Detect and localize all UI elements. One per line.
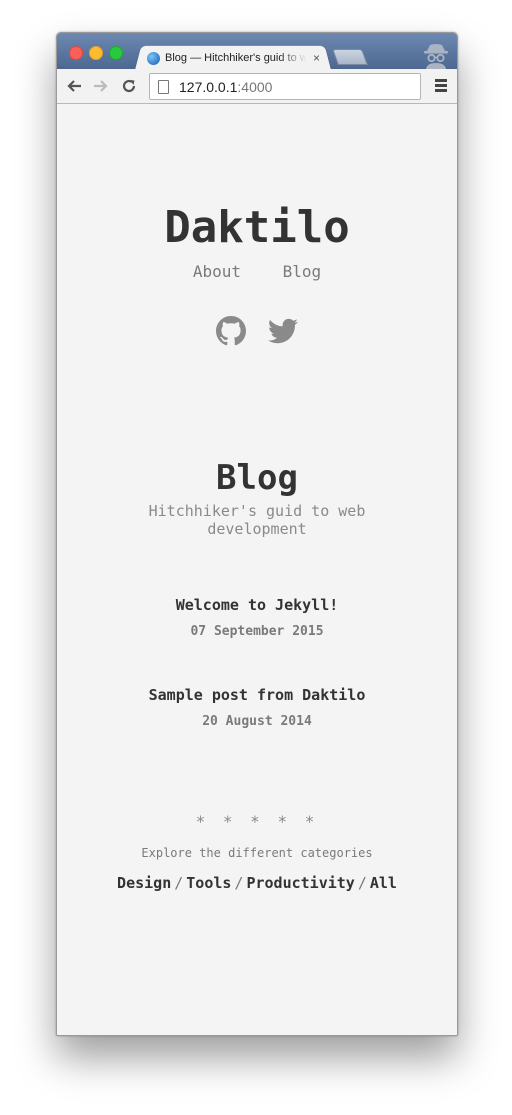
minimize-window-button[interactable] — [89, 46, 103, 60]
site-title[interactable]: Daktilo — [57, 202, 457, 253]
reload-icon — [122, 79, 136, 93]
post-item: Sample post from Daktilo 20 August 2014 — [57, 686, 457, 729]
category-link-tools[interactable]: Tools — [186, 874, 231, 892]
zoom-window-button[interactable] — [109, 46, 123, 60]
url-port: :4000 — [237, 78, 273, 95]
menu-button[interactable] — [435, 79, 447, 93]
category-separator: / — [357, 874, 367, 892]
site-nav: About Blog — [57, 262, 457, 281]
post-title-link[interactable]: Welcome to Jekyll! — [57, 596, 457, 614]
nav-link-about[interactable]: About — [193, 262, 241, 281]
github-icon[interactable] — [216, 316, 246, 346]
globe-icon — [147, 51, 160, 65]
post-date: 07 September 2015 — [190, 624, 324, 639]
reload-button[interactable] — [118, 75, 140, 97]
nav-link-blog[interactable]: Blog — [283, 262, 322, 281]
post-item: Welcome to Jekyll! 07 September 2015 — [57, 596, 457, 639]
back-button[interactable] — [63, 75, 85, 97]
twitter-icon[interactable] — [268, 316, 298, 346]
url-host: 127.0.0.1 — [179, 78, 238, 95]
screenshot-stage: Blog — Hitchhiker's guid to web developm… — [0, 0, 512, 1115]
category-link-productivity[interactable]: Productivity — [246, 874, 354, 892]
address-bar[interactable]: 127.0.0.1:4000 — [149, 73, 421, 100]
category-link-all[interactable]: All — [370, 874, 397, 892]
browser-toolbar: 127.0.0.1:4000 — [57, 69, 457, 104]
new-tab-button[interactable] — [332, 49, 368, 65]
url-text[interactable]: 127.0.0.1:4000 — [179, 79, 272, 95]
post-date: 20 August 2014 — [202, 714, 312, 729]
tab-title: Blog — Hitchhiker's guid to web developm… — [165, 52, 307, 64]
page-viewport: Daktilo About Blog Blog Hitchhiker's gui… — [57, 104, 457, 1035]
tab-close-button[interactable]: × — [313, 51, 320, 65]
explore-text: Explore the different categories — [141, 846, 373, 860]
category-link-design[interactable]: Design — [117, 874, 171, 892]
blog-subtitle: Hitchhiker's guid to web development — [148, 502, 366, 538]
forward-button[interactable] — [90, 75, 112, 97]
page-icon — [158, 79, 169, 94]
divider-stars: * * * * * — [195, 812, 319, 831]
social-links — [57, 316, 457, 346]
category-separator: / — [174, 874, 184, 892]
active-tab-content[interactable]: Blog — Hitchhiker's guid to web developm… — [147, 48, 327, 68]
category-links: Design / Tools / Productivity / All — [57, 874, 457, 892]
title-bar: Blog — Hitchhiker's guid to web developm… — [57, 33, 457, 70]
close-window-button[interactable] — [69, 46, 83, 60]
browser-window: Blog — Hitchhiker's guid to web developm… — [56, 32, 458, 1036]
category-separator: / — [234, 874, 244, 892]
arrow-right-icon — [94, 80, 108, 92]
incognito-icon — [424, 44, 448, 69]
post-title-link[interactable]: Sample post from Daktilo — [57, 686, 457, 704]
arrow-left-icon — [67, 80, 81, 92]
blog-heading: Blog — [216, 458, 298, 498]
